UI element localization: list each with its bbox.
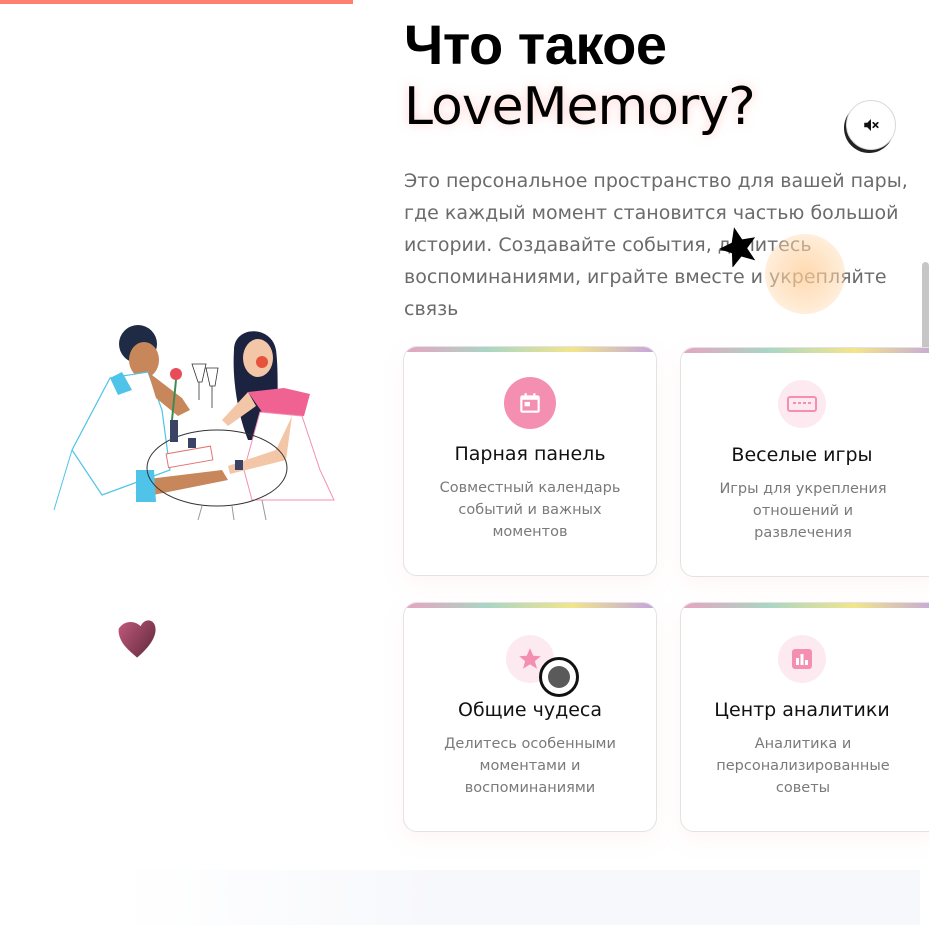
calendar-icon [504, 377, 556, 429]
keyboard-icon [778, 380, 826, 428]
heart-icon [118, 620, 156, 658]
title-line-2: LoveMemory? [404, 77, 756, 137]
cursor-glow [765, 234, 845, 314]
page: Что такое LoveMemory? Это персональное п… [0, 0, 929, 925]
record-cursor-icon [539, 657, 579, 697]
couple-illustration [53, 325, 335, 521]
feature-description: Игры для укрепления отношений и развлече… [719, 481, 887, 541]
feature-title: Парная панель [454, 443, 606, 465]
feature-title: Центр аналитики [714, 699, 890, 721]
bottom-section-fade [120, 870, 920, 925]
mute-button[interactable] [846, 100, 896, 150]
feature-title: Общие чудеса [457, 699, 603, 721]
feature-card-couple-panel[interactable]: Парная панель Совместный календарь событ… [403, 346, 657, 576]
feature-description: Делитесь особенными моментами и воспомин… [444, 736, 616, 796]
feature-card-shared-wonders[interactable]: Общие чудеса Делитесь особенными момента… [403, 602, 657, 832]
volume-mute-icon [864, 119, 879, 131]
star-cursor-icon [719, 227, 756, 267]
bar-chart-icon [778, 635, 826, 683]
title-line-1: Что такое [404, 13, 667, 76]
feature-description: Совместный календарь событий и важных мо… [439, 480, 621, 540]
intro-text: Это персональное пространство для вашей … [404, 170, 908, 320]
feature-card-analytics[interactable]: Центр аналитики Аналитика и персонализир… [680, 602, 929, 832]
feature-title: Веселые игры [731, 444, 873, 466]
feature-card-games[interactable]: Веселые игры Игры для укрепления отношен… [680, 347, 929, 577]
page-title: Что такое LoveMemory? [404, 14, 824, 138]
progress-bar [0, 0, 353, 4]
feature-description: Аналитика и персонализированные советы [716, 736, 890, 796]
